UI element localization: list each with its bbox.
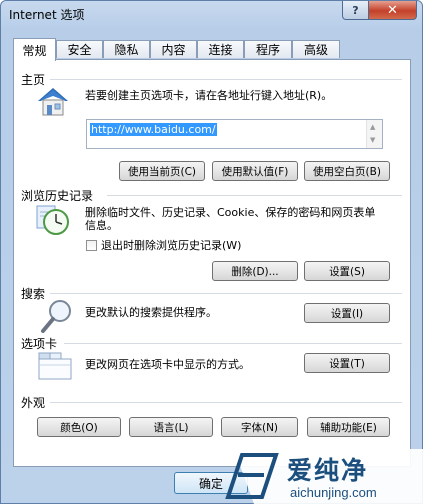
colors-button[interactable]: 颜色(O) bbox=[37, 417, 121, 437]
url-scrollbar[interactable]: ▲ ▼ bbox=[366, 120, 382, 148]
general-tab-panel: 主页 若要创建主页选项卡，请在各地址行键入地址(R)。 http://www.b… bbox=[13, 59, 411, 467]
divider bbox=[107, 195, 402, 196]
divider bbox=[50, 79, 402, 80]
delete-on-exit-checkbox[interactable] bbox=[86, 240, 97, 251]
magnifier-icon bbox=[41, 300, 71, 333]
watermark: 爱纯净 aichunjing.com bbox=[224, 449, 423, 504]
divider bbox=[50, 402, 402, 403]
history-settings-button[interactable]: 设置(S) bbox=[304, 261, 390, 281]
internet-options-dialog: Internet 选项 ? ✕ 常规 安全 隐私 内容 连接 程序 高级 主页 … bbox=[0, 0, 423, 504]
tab-general[interactable]: 常规 bbox=[13, 38, 56, 61]
tab-content[interactable]: 内容 bbox=[150, 40, 197, 58]
use-default-button[interactable]: 使用默认值(F) bbox=[212, 161, 298, 181]
tabs-section-title: 选项卡 bbox=[21, 337, 58, 351]
appearance-section-title: 外观 bbox=[21, 396, 46, 410]
delete-on-exit-label: 退出时删除浏览历史记录(W) bbox=[101, 239, 242, 252]
search-description: 更改默认的搜索提供程序。 bbox=[85, 306, 217, 319]
use-current-button[interactable]: 使用当前页(C) bbox=[119, 161, 205, 181]
search-settings-button[interactable]: 设置(I) bbox=[304, 303, 390, 323]
tab-programs[interactable]: 程序 bbox=[244, 40, 292, 58]
watermark-text: 爱纯净 bbox=[287, 456, 369, 485]
tab-connections[interactable]: 连接 bbox=[197, 40, 244, 58]
use-blank-button[interactable]: 使用空白页(B) bbox=[304, 161, 390, 181]
house-icon bbox=[38, 88, 68, 116]
tab-security[interactable]: 安全 bbox=[56, 40, 103, 58]
delete-history-button[interactable]: 删除(D)... bbox=[212, 261, 298, 281]
watermark-url: aichunjing.com bbox=[290, 485, 377, 500]
tabs-description: 更改网页在选项卡中显示的方式。 bbox=[85, 358, 250, 371]
tabs-window-icon bbox=[38, 352, 72, 380]
tabs-settings-button[interactable]: 设置(T) bbox=[304, 353, 390, 373]
help-button[interactable]: ? bbox=[342, 1, 369, 20]
home-description: 若要创建主页选项卡，请在各地址行键入地址(R)。 bbox=[85, 89, 333, 102]
tab-privacy[interactable]: 隐私 bbox=[103, 40, 150, 58]
fonts-button[interactable]: 字体(N) bbox=[221, 417, 298, 437]
home-url-value[interactable]: http://www.baidu.com/ bbox=[90, 123, 217, 136]
history-clock-icon bbox=[36, 205, 69, 235]
window-title: Internet 选项 bbox=[9, 8, 85, 22]
divider bbox=[50, 293, 402, 294]
languages-button[interactable]: 语言(L) bbox=[129, 417, 213, 437]
home-url-input[interactable]: http://www.baidu.com/ ▲ ▼ bbox=[86, 119, 383, 149]
tab-advanced[interactable]: 高级 bbox=[292, 40, 340, 58]
divider bbox=[64, 343, 402, 344]
title-bar: Internet 选项 ? ✕ bbox=[1, 1, 422, 29]
close-button[interactable]: ✕ bbox=[368, 1, 417, 20]
accessibility-button[interactable]: 辅助功能(E) bbox=[307, 417, 390, 437]
history-description: 删除临时文件、历史记录、Cookie、保存的密码和网页表单信息。 bbox=[85, 206, 376, 232]
